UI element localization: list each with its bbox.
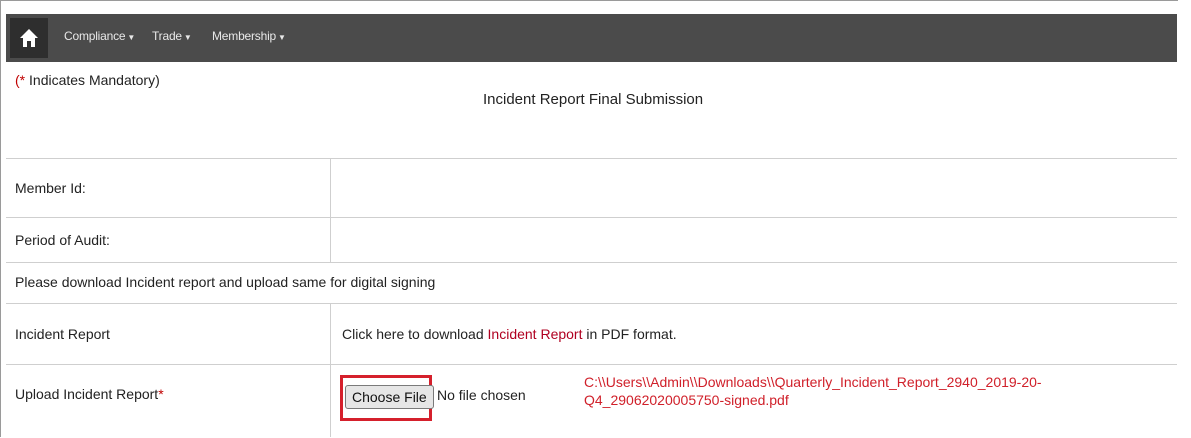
mandatory-note-text: Indicates Mandatory) [29,72,160,88]
nav-trade-label: Trade [152,29,182,43]
period-of-audit-row: Period of Audit: [6,218,1177,263]
mandatory-prefix: (* [15,72,26,88]
member-id-row: Member Id: [6,159,1177,218]
selected-file-path: C:\\Users\\Admin\\Downloads\\Quarterly_I… [584,374,1042,408]
instruction-row: Please download Incident report and uplo… [6,263,1177,304]
period-of-audit-label: Period of Audit: [15,232,110,248]
top-navbar: Compliance ▼ Trade ▼ Membership ▼ [6,14,1177,62]
incident-report-download-link[interactable]: Incident Report [488,326,583,342]
form-header-row: (* Indicates Mandatory) Incident Report … [6,62,1177,159]
period-label-cell: Period of Audit: [6,218,331,262]
member-id-label: Member Id: [15,180,86,196]
member-id-label-cell: Member Id: [6,159,331,217]
instruction-text: Please download Incident report and uplo… [15,274,436,290]
caret-down-icon: ▼ [278,33,286,42]
home-icon [20,29,38,47]
download-text-after: in PDF format. [586,326,677,342]
nav-membership-menu[interactable]: Membership ▼ [212,29,286,43]
home-button[interactable] [10,18,48,58]
page-title: Incident Report Final Submission [483,91,704,108]
upload-incident-report-label: Upload Incident Report* [15,386,164,402]
choose-file-button[interactable]: Choose File [345,385,434,409]
nav-membership-label: Membership [212,29,277,43]
incident-report-label-cell: Incident Report [6,304,331,364]
nav-compliance-menu[interactable]: Compliance ▼ [64,29,135,43]
nav-compliance-label: Compliance [64,29,126,43]
upload-label-cell: Upload Incident Report* [6,365,331,437]
download-text-before: Click here to download [342,326,484,342]
incident-report-label: Incident Report [15,326,110,342]
download-instruction: Click here to download Incident Report i… [342,326,677,342]
incident-report-row: Incident Report Click here to download I… [6,304,1177,365]
caret-down-icon: ▼ [183,33,192,42]
nav-trade-menu[interactable]: Trade ▼ [152,29,192,43]
caret-down-icon: ▼ [127,33,136,42]
required-mark: * [158,386,164,402]
no-file-chosen-text: No file chosen [437,387,526,403]
mandatory-note: (* Indicates Mandatory) [15,72,160,88]
upload-row: Upload Incident Report* Choose File No f… [6,365,1177,437]
